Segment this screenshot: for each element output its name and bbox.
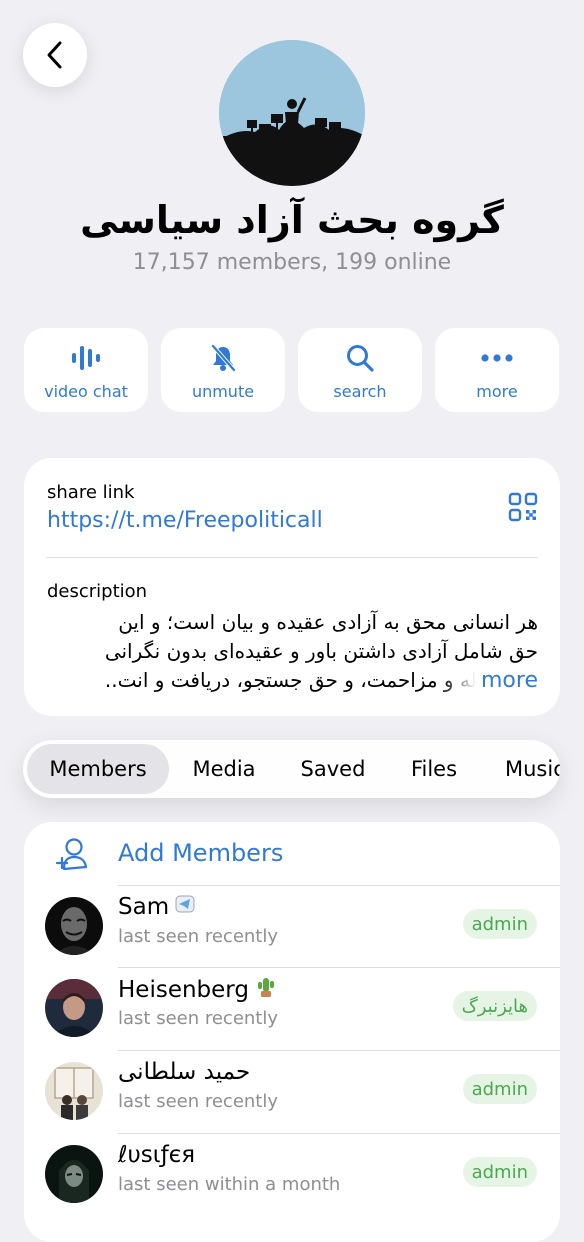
member-name: ℓυsιƒєя	[118, 1142, 196, 1168]
more-label: more	[476, 382, 518, 401]
member-status: last seen recently	[118, 1008, 279, 1029]
member-count: 17,157 members, 199 online	[132, 250, 452, 275]
add-members-label: Add Members	[118, 839, 284, 867]
search-icon	[345, 342, 375, 374]
avatar	[45, 1062, 103, 1120]
more-dots-icon	[480, 342, 514, 374]
member-name: Sam	[118, 894, 195, 920]
tab-members[interactable]: Members	[27, 744, 169, 794]
member-status: last seen recently	[118, 926, 279, 947]
qr-code-icon[interactable]	[508, 492, 538, 526]
media-tab-bar: Members Media Saved Files Music	[23, 740, 560, 798]
back-button[interactable]	[23, 23, 87, 87]
member-row-sam[interactable]: Sam last seen recently admin	[24, 886, 560, 968]
telegram-icon	[175, 894, 195, 920]
search-label: search	[333, 382, 387, 401]
cactus-icon	[255, 976, 277, 1004]
divider	[47, 557, 537, 558]
tab-music[interactable]: Music	[495, 744, 560, 794]
add-members-button[interactable]: Add Members	[24, 822, 560, 885]
tab-saved[interactable]: Saved	[289, 744, 377, 794]
video-chat-label: video chat	[44, 382, 128, 401]
role-badge: هایزنبرگ	[452, 991, 537, 1021]
unmute-button[interactable]: unmute	[161, 328, 285, 412]
member-row-lusifer[interactable]: ℓυsιƒєя last seen within a month admin	[24, 1134, 560, 1216]
members-list: Add Members Sam last seen recently admin…	[24, 822, 560, 1242]
video-chat-button[interactable]: video chat	[24, 328, 148, 412]
share-link-url[interactable]: https://t.me/Freepoliticall	[47, 508, 323, 533]
member-row-hamid[interactable]: حمید سلطانی last seen recently admin	[24, 1051, 560, 1133]
avatar	[45, 979, 103, 1037]
member-status: last seen within a month	[118, 1174, 341, 1195]
bell-slash-icon	[208, 342, 238, 374]
member-name: Heisenberg	[118, 976, 277, 1004]
role-badge: admin	[462, 909, 537, 939]
group-title: گروه بحث آزاد سیاسی	[80, 198, 504, 242]
member-name: حمید سلطانی	[118, 1059, 251, 1085]
share-link-label: share link	[47, 482, 135, 503]
role-badge: admin	[462, 1157, 537, 1187]
unmute-label: unmute	[191, 382, 255, 401]
member-row-heisenberg[interactable]: Heisenberg last seen recently هایزنبرگ	[24, 968, 560, 1050]
avatar	[45, 897, 103, 955]
avatar	[45, 1145, 103, 1203]
member-status: last seen recently	[118, 1091, 279, 1112]
tab-media[interactable]: Media	[179, 744, 269, 794]
search-button[interactable]: search	[298, 328, 422, 412]
video-chat-icon	[70, 342, 102, 374]
role-badge: admin	[462, 1074, 537, 1104]
description-more-link[interactable]: more	[441, 666, 538, 695]
info-card: share link https://t.me/Freepoliticall d…	[24, 458, 560, 716]
group-avatar[interactable]	[219, 40, 365, 186]
more-button[interactable]: more	[435, 328, 559, 412]
description-label: description	[47, 581, 148, 602]
chevron-left-icon	[47, 41, 62, 69]
add-user-icon	[54, 836, 90, 876]
description-line: هر انسانی محق به آزادی عقیده و بیان است؛…	[118, 610, 538, 634]
description-line: حق شامل آزادی داشتن باور و عقیده‌ای بدون…	[104, 639, 538, 663]
tab-files[interactable]: Files	[397, 744, 471, 794]
